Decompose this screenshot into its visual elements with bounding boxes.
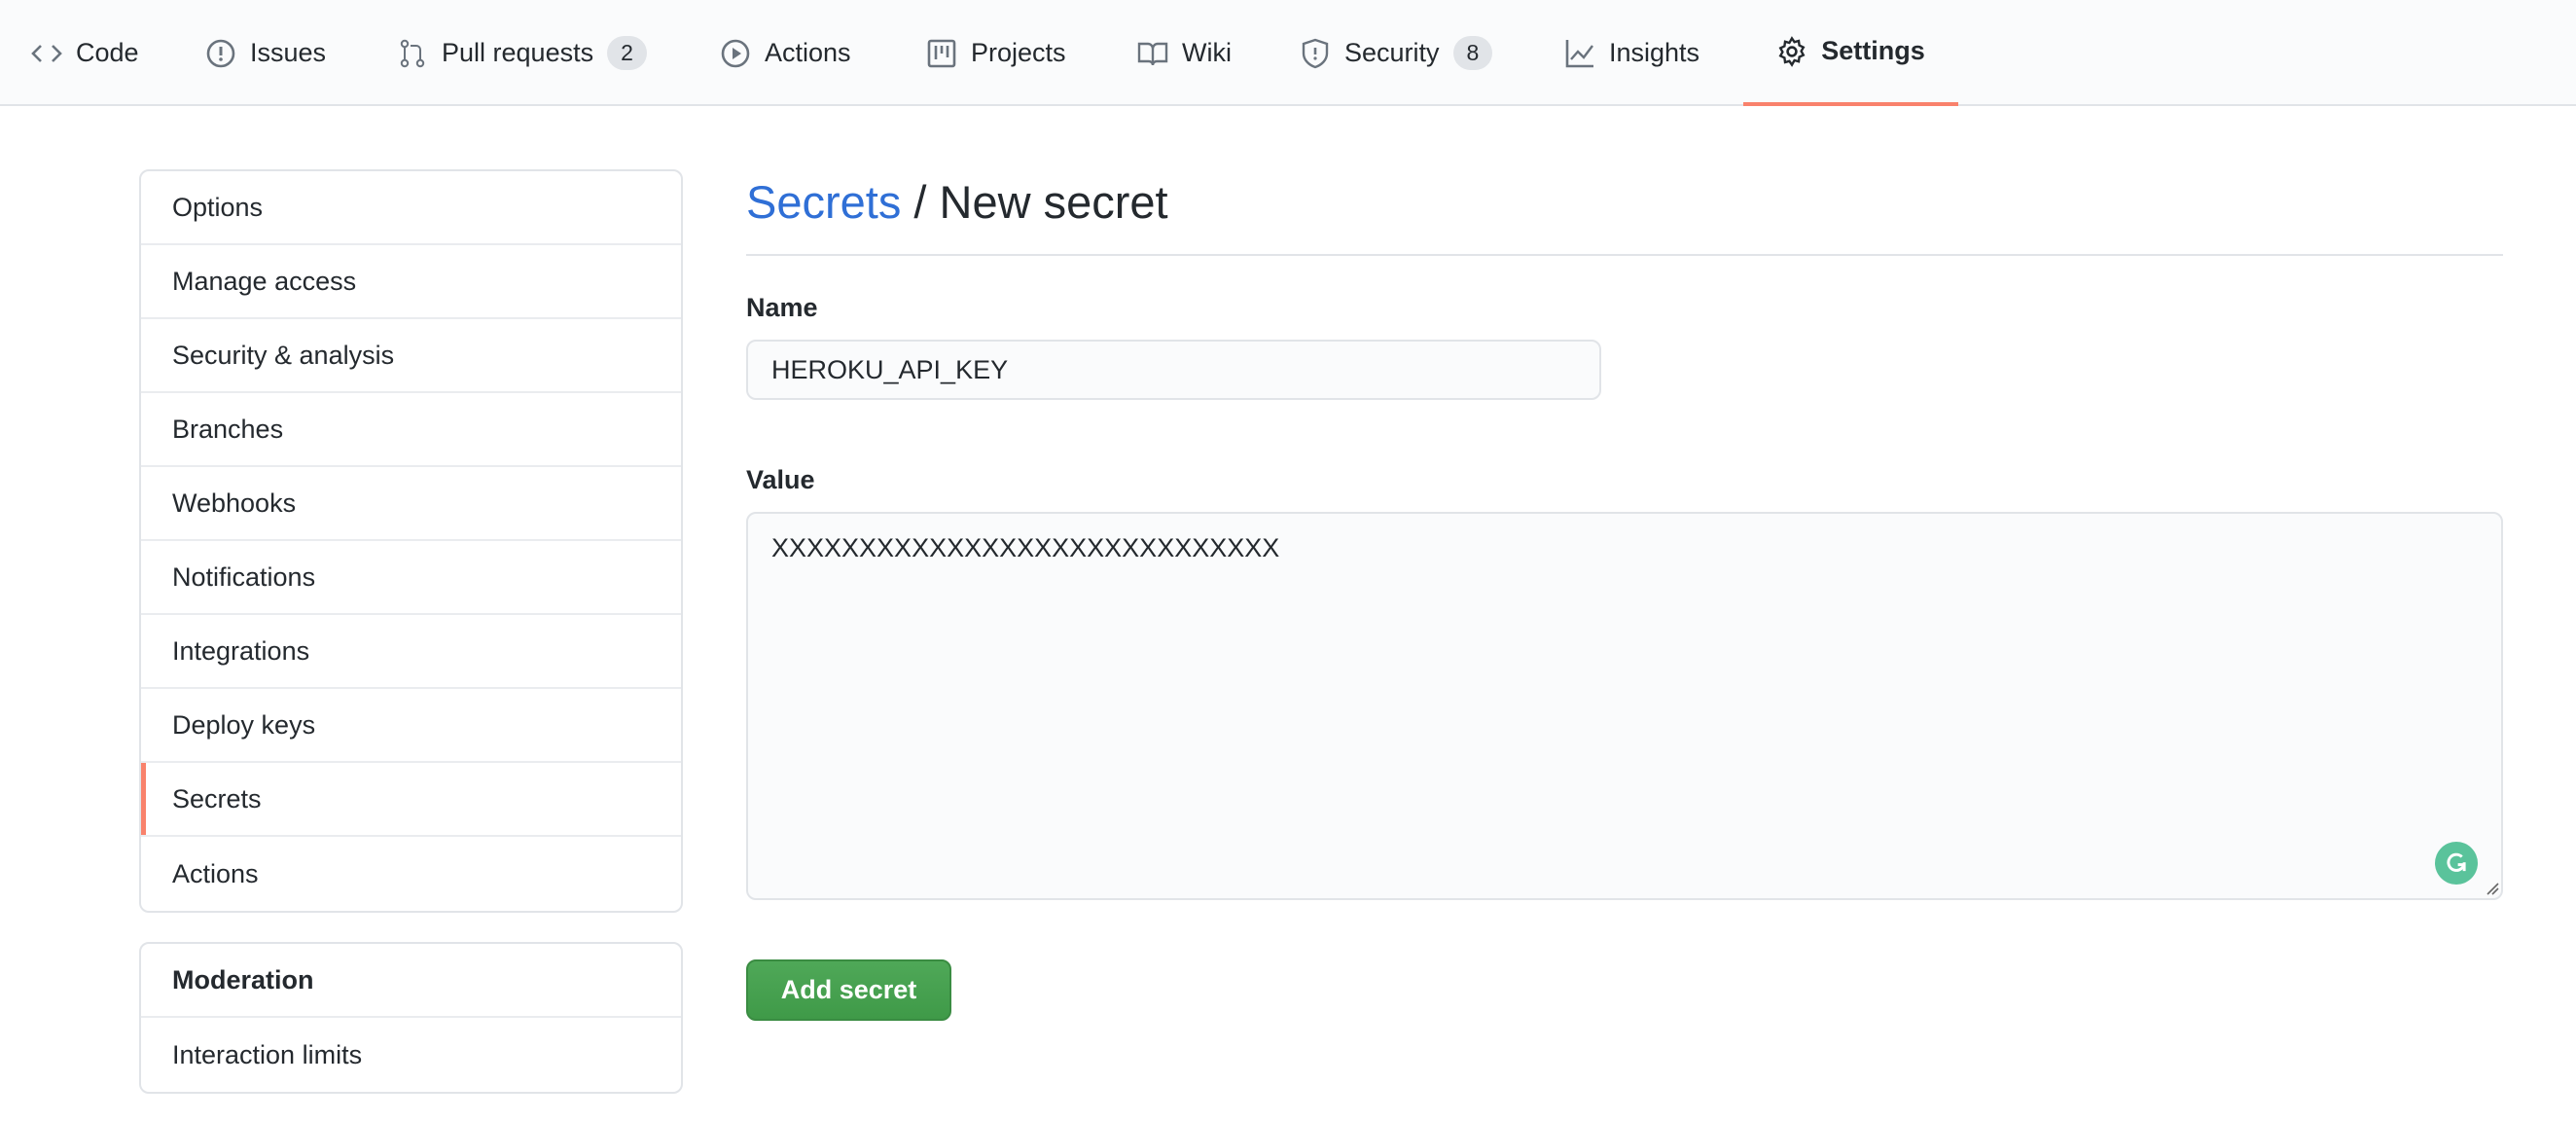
sidebar-item-manage-access[interactable]: Manage access	[141, 245, 681, 319]
play-icon	[721, 39, 750, 67]
add-secret-button[interactable]: Add secret	[746, 959, 951, 1021]
secret-value-textarea[interactable]: XXXXXXXXXXXXXXXXXXXXXXXXXXXXX	[746, 512, 2503, 900]
sidebar-item-deploy-keys[interactable]: Deploy keys	[141, 689, 681, 763]
sidebar-item-security-analysis[interactable]: Security & analysis	[141, 319, 681, 393]
title-divider	[746, 254, 2503, 256]
tab-label: Security	[1344, 38, 1440, 67]
tab-security[interactable]: Security 8	[1300, 0, 1493, 106]
tab-label: Insights	[1609, 38, 1700, 67]
tab-actions[interactable]: Actions	[720, 0, 851, 106]
sidebar-item-notifications[interactable]: Notifications	[141, 541, 681, 615]
graph-icon	[1565, 39, 1593, 67]
moderation-heading: Moderation	[141, 944, 681, 1018]
name-label: Name	[746, 293, 818, 322]
project-icon	[927, 39, 956, 67]
issue-icon	[206, 39, 235, 67]
tab-insights[interactable]: Insights	[1564, 0, 1699, 106]
tab-settings[interactable]: Settings	[1743, 0, 1958, 106]
sidebar-item-webhooks[interactable]: Webhooks	[141, 467, 681, 541]
sidebar-item-branches[interactable]: Branches	[141, 393, 681, 467]
tab-label: Code	[76, 38, 139, 67]
moderation-sidebar: Moderation Interaction limits	[139, 942, 683, 1094]
book-icon	[1137, 42, 1168, 65]
tab-label: Wiki	[1182, 38, 1232, 67]
pull-request-count: 2	[607, 36, 647, 70]
resize-handle-icon[interactable]	[2486, 882, 2499, 895]
sidebar-item-options[interactable]: Options	[141, 171, 681, 245]
tab-label: Pull requests	[442, 38, 594, 67]
settings-sidebar: Options Manage access Security & analysi…	[139, 169, 683, 913]
tab-label: Settings	[1821, 36, 1925, 65]
sidebar-item-secrets[interactable]: Secrets	[141, 763, 681, 837]
page-title: Secrets / New secret	[746, 175, 1168, 229]
breadcrumb-secrets-link[interactable]: Secrets	[746, 176, 901, 228]
tab-pull-requests[interactable]: Pull requests 2	[397, 0, 647, 106]
gear-icon	[1778, 35, 1806, 67]
breadcrumb-separator: /	[901, 176, 940, 228]
tab-label: Issues	[250, 38, 327, 67]
tab-label: Actions	[765, 38, 851, 67]
pull-request-icon	[400, 39, 425, 67]
value-label: Value	[746, 465, 815, 494]
tab-projects[interactable]: Projects	[926, 0, 1066, 106]
code-icon	[31, 44, 62, 62]
security-count: 8	[1452, 36, 1493, 70]
sidebar-item-actions[interactable]: Actions	[141, 837, 681, 911]
grammarly-icon[interactable]	[2435, 842, 2478, 885]
tab-issues[interactable]: Issues	[205, 0, 326, 106]
tab-wiki[interactable]: Wiki	[1137, 0, 1232, 106]
repo-nav: Code Issues Pull requests 2 Actions Proje…	[0, 0, 2576, 106]
secret-name-input[interactable]	[746, 340, 1601, 400]
tab-label: Projects	[971, 38, 1066, 67]
tab-code[interactable]: Code	[31, 0, 139, 106]
sidebar-item-interaction-limits[interactable]: Interaction limits	[141, 1018, 681, 1092]
page-title-text: New secret	[939, 176, 1168, 228]
sidebar-item-integrations[interactable]: Integrations	[141, 615, 681, 689]
shield-icon	[1302, 38, 1329, 68]
